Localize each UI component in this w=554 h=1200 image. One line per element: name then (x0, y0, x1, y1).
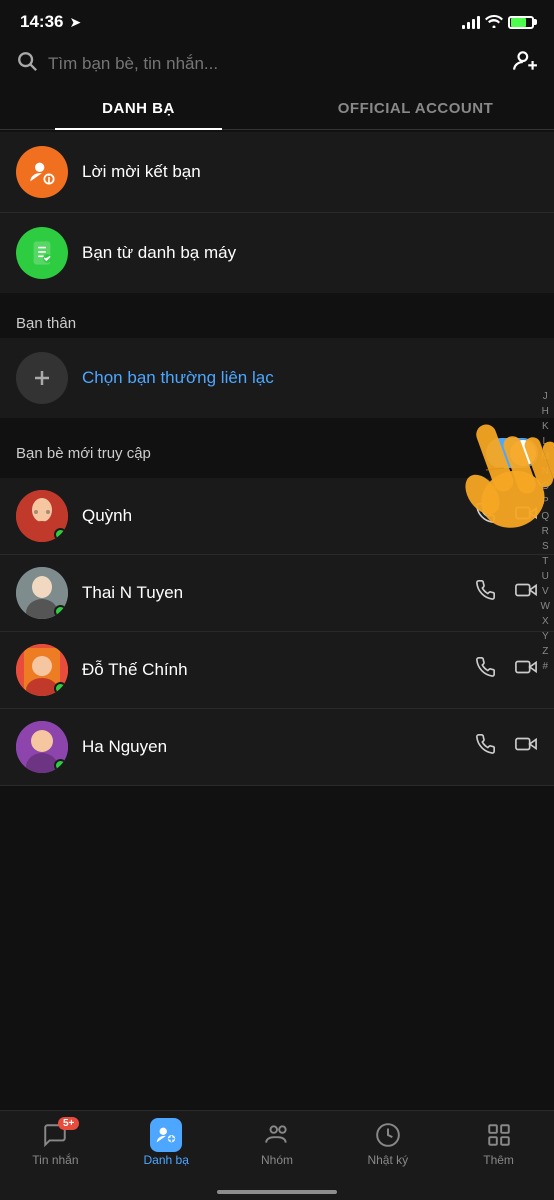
location-icon: ➤ (69, 14, 81, 31)
video-icon-quynh[interactable] (514, 502, 538, 530)
status-bar: 14:36 ➤ (0, 0, 554, 40)
friend-item-thai[interactable]: Thai N Tuyen (0, 555, 554, 632)
ban-than-label: Bạn thân (0, 303, 554, 338)
chon-ban-label: Chọn bạn thường liên lạc (82, 368, 538, 388)
avatar-thai (16, 567, 68, 619)
friend-name-ha: Ha Nguyen (82, 737, 460, 757)
video-icon-thai[interactable] (514, 579, 538, 607)
recent-friends-row: Bạn bè mới truy cập (0, 428, 554, 478)
video-icon-ha[interactable] (514, 733, 538, 761)
nav-icon-wrap-nhom (261, 1121, 293, 1149)
add-ban-than-button[interactable] (16, 352, 68, 404)
friend-item-do[interactable]: Đỗ Thế Chính (0, 632, 554, 709)
section-divider-2 (0, 418, 554, 428)
nav-label-nhom: Nhóm (261, 1153, 293, 1167)
avatar-do (16, 644, 68, 696)
online-dot-quynh (54, 528, 67, 541)
call-icon-quynh[interactable] (474, 502, 496, 530)
toggle-knob (510, 440, 536, 466)
call-icon-do[interactable] (474, 656, 496, 684)
nav-them[interactable]: Thêm (443, 1121, 554, 1167)
nav-icon-wrap-nhat-ky (372, 1121, 404, 1149)
avatar-ha (16, 721, 68, 773)
search-input[interactable] (48, 54, 502, 74)
signal-bars (462, 15, 480, 29)
friend-name-thai: Thai N Tuyen (82, 583, 460, 603)
nav-label-them: Thêm (483, 1153, 514, 1167)
home-indicator (217, 1190, 337, 1194)
friend-item-ha[interactable]: Ha Nguyen (0, 709, 554, 786)
friend-actions-do (474, 656, 538, 684)
online-dot-do (54, 682, 67, 695)
loi-moi-item[interactable]: i Lời mời kết bạn (0, 132, 554, 212)
friend-item-quynh[interactable]: Quỳnh (0, 478, 554, 555)
ban-tu-danh-ba-label: Bạn từ danh bạ máy (82, 243, 538, 263)
chon-ban-row[interactable]: Chọn bạn thường liên lạc (0, 338, 554, 418)
alpha-index[interactable]: J H K L M N O P Q R S T U V W X Y Z # (541, 390, 550, 674)
section-divider-1 (0, 293, 554, 303)
search-icon[interactable] (16, 50, 38, 78)
call-icon-ha[interactable] (474, 733, 496, 761)
nav-danh-ba[interactable]: Danh bạ (111, 1121, 222, 1167)
online-dot-thai (54, 605, 67, 618)
online-dot-ha (54, 759, 67, 772)
friend-actions-thai (474, 579, 538, 607)
status-icons (462, 14, 534, 31)
nav-label-danh-ba: Danh bạ (144, 1153, 189, 1167)
tab-official-account[interactable]: OFFICIAL ACCOUNT (277, 88, 554, 129)
add-friend-icon[interactable] (512, 48, 538, 80)
battery-icon (508, 16, 534, 29)
video-icon-do[interactable] (514, 656, 538, 684)
recent-friends-toggle[interactable] (486, 438, 538, 468)
loi-moi-label: Lời mời kết bạn (82, 162, 538, 182)
ban-tu-danh-ba-item[interactable]: Bạn từ danh bạ máy (0, 212, 554, 293)
friend-actions-quynh (474, 502, 538, 530)
tab-danh-ba[interactable]: DANH BẠ (0, 88, 277, 129)
bottom-nav: 5+ Tin nhắn Danh bạ Nhóm (0, 1110, 554, 1200)
nav-label-nhat-ky: Nhật ký (367, 1153, 408, 1167)
tin-nhan-badge: 5+ (58, 1117, 79, 1130)
nav-nhom[interactable]: Nhóm (222, 1121, 333, 1167)
friend-name-do: Đỗ Thế Chính (82, 660, 460, 680)
nav-icon-wrap-them (483, 1121, 515, 1149)
wifi-icon (485, 14, 503, 31)
search-bar (0, 40, 554, 88)
nav-label-tin-nhan: Tin nhắn (32, 1153, 78, 1167)
friend-actions-ha (474, 733, 538, 761)
nav-tin-nhan[interactable]: 5+ Tin nhắn (0, 1121, 111, 1167)
friend-list: Quỳnh Thai N Tuyen (0, 478, 554, 786)
recent-friends-label: Bạn bè mới truy cập (16, 445, 151, 462)
call-icon-thai[interactable] (474, 579, 496, 607)
tabs: DANH BẠ OFFICIAL ACCOUNT (0, 88, 554, 130)
avatar-quynh (16, 490, 68, 542)
status-time: 14:36 (20, 12, 63, 32)
loi-moi-avatar: i (16, 146, 68, 198)
svg-text:i: i (47, 174, 50, 186)
ban-tu-danh-ba-avatar (16, 227, 68, 279)
nav-nhat-ky[interactable]: Nhật ký (332, 1121, 443, 1167)
friend-name-quynh: Quỳnh (82, 506, 460, 526)
nav-icon-wrap-danh-ba (150, 1121, 182, 1149)
nav-icon-wrap-tin-nhan: 5+ (39, 1121, 71, 1149)
